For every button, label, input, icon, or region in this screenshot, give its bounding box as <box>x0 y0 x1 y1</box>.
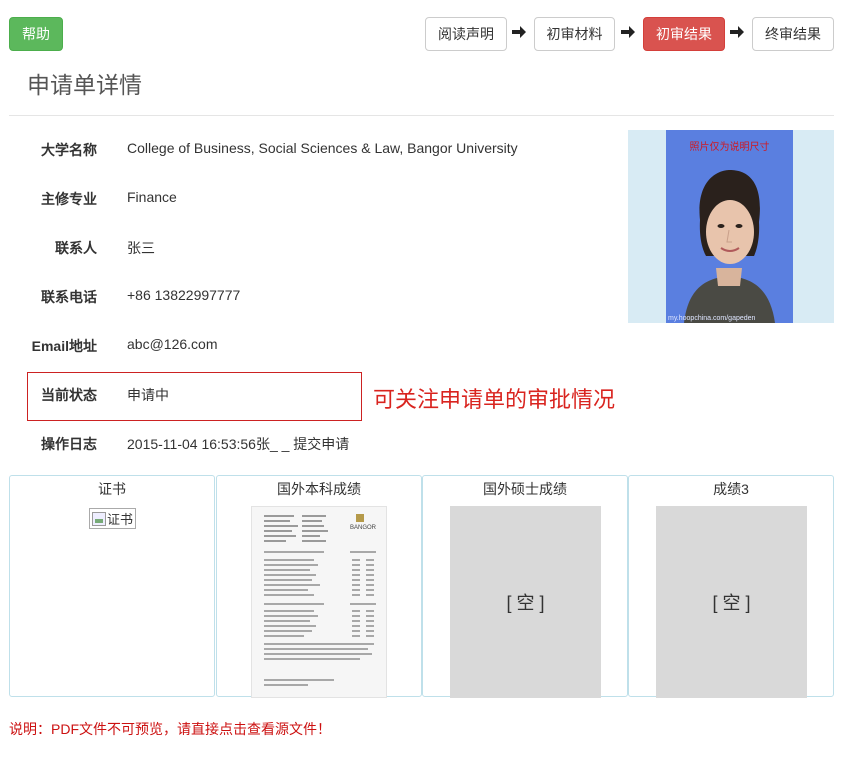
help-button[interactable]: 帮助 <box>9 17 63 51</box>
transcript-thumbnail[interactable]: BANGOR <box>251 506 387 698</box>
step-read-statement-button[interactable]: 阅读声明 <box>425 17 507 51</box>
detail-row-university: 大学名称 College of Business, Social Science… <box>9 133 609 163</box>
detail-row-log: 操作日志 2015-11-04 16:53:56张_ _ 提交申请 <box>9 427 609 457</box>
card-title: 证书 <box>98 481 126 497</box>
detail-value: Finance <box>127 189 177 205</box>
detail-row-major: 主修专业 Finance <box>9 182 609 212</box>
transcript-preview-graphic: BANGOR <box>252 507 386 697</box>
status-value: 申请中 <box>127 387 169 403</box>
card-title: 成绩3 <box>713 481 749 497</box>
detail-label: 操作日志 <box>41 436 97 452</box>
detail-row-contact: 联系人 张三 <box>9 231 609 261</box>
step-initial-materials-button[interactable]: 初审材料 <box>534 17 615 51</box>
detail-value: +86 13822997777 <box>127 287 241 303</box>
document-card-bachelor-transcript: 国外本科成绩 BANGOR <box>216 475 422 698</box>
document-card-certificate: 证书 证书 <box>9 475 215 697</box>
empty-placeholder: [ 空 ] <box>656 506 807 698</box>
portrait-illustration <box>684 170 775 323</box>
svg-text:BANGOR: BANGOR <box>350 525 377 531</box>
annotation-text: 可关注申请单的审批情况 <box>373 387 616 412</box>
certificate-image-link[interactable]: 证书 <box>89 508 136 529</box>
empty-placeholder: [ 空 ] <box>450 506 601 698</box>
document-card-transcript-3: 成绩3 [ 空 ] <box>628 475 834 698</box>
page-title: 申请单详情 <box>27 72 142 98</box>
log-value: 2015-11-04 16:53:56张_ _ 提交申请 <box>127 436 350 452</box>
arrow-right-icon <box>620 23 636 41</box>
image-alt-text: 证书 <box>107 512 134 527</box>
divider <box>9 115 834 116</box>
arrow-right-icon <box>729 23 745 41</box>
detail-value: College of Business, Social Sciences & L… <box>127 140 518 156</box>
arrow-right-icon <box>511 23 527 41</box>
photo-watermark: my.hoopchina.com/gapeden <box>668 315 756 322</box>
detail-label: 联系电话 <box>41 289 97 305</box>
applicant-photo[interactable]: 照片仅为说明尺寸 my.hoopchina.com/gapeden <box>666 130 793 323</box>
detail-row-phone: 联系电话 +86 13822997777 <box>9 280 609 310</box>
card-title: 国外硕士成绩 <box>483 481 567 497</box>
applicant-photo-frame: 照片仅为说明尺寸 my.hoopchina.com/gapeden <box>628 130 834 323</box>
detail-label: 联系人 <box>55 240 97 256</box>
document-card-master-transcript: 国外硕士成绩 [ 空 ] <box>422 475 628 698</box>
detail-row-email: Email地址 abc@126.com <box>9 329 609 359</box>
step-final-result-button[interactable]: 终审结果 <box>752 17 834 51</box>
broken-image-icon <box>92 511 106 526</box>
detail-label: Email地址 <box>31 338 97 354</box>
step-initial-result-button[interactable]: 初审结果 <box>643 17 725 51</box>
detail-label: 当前状态 <box>41 387 97 403</box>
detail-label: 主修专业 <box>41 191 97 207</box>
detail-label: 大学名称 <box>41 142 97 158</box>
pdf-preview-note: 说明：PDF文件不可预览，请直接点击查看源文件！ <box>9 721 331 737</box>
detail-value: 张三 <box>127 240 155 256</box>
detail-value: abc@126.com <box>127 336 218 352</box>
photo-caption: 照片仅为说明尺寸 <box>689 142 770 153</box>
card-title: 国外本科成绩 <box>277 481 361 497</box>
